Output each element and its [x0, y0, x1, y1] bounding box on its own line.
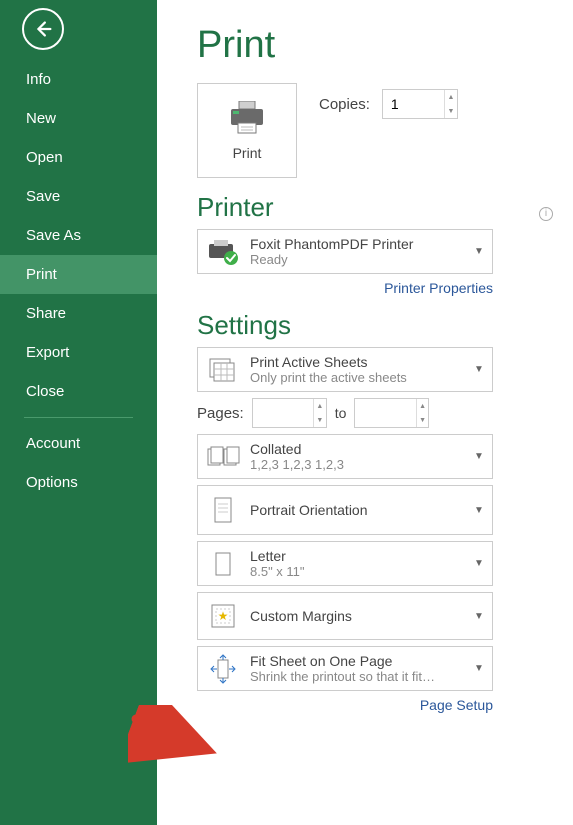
fit-page-icon	[206, 654, 240, 684]
copies-up-icon[interactable]: ▲	[445, 90, 457, 104]
setting-print-what[interactable]: Print Active Sheets Only print the activ…	[197, 347, 493, 392]
pages-from-spinner[interactable]: ▲▼	[252, 398, 327, 428]
pages-to-label: to	[335, 405, 347, 421]
printer-status-icon	[207, 238, 239, 266]
sidebar-item-account[interactable]: Account	[0, 424, 157, 463]
setting-margins-title: Custom Margins	[250, 608, 464, 624]
setting-paper-title: Letter	[250, 548, 464, 564]
pages-to-input[interactable]	[355, 399, 415, 427]
sidebar: Info New Open Save Save As Print Share E…	[0, 0, 157, 825]
copies-spinner[interactable]: ▲ ▼	[382, 89, 458, 119]
main-panel: Print Print Copies: ▲ ▼	[157, 0, 573, 825]
copies-down-icon[interactable]: ▼	[445, 104, 457, 118]
chevron-down-icon: ▼	[474, 246, 484, 257]
margins-icon: ★	[210, 603, 236, 629]
setting-collation-title: Collated	[250, 441, 464, 457]
sidebar-item-share[interactable]: Share	[0, 294, 157, 333]
setting-collation-sub: 1,2,3 1,2,3 1,2,3	[250, 457, 464, 472]
info-icon[interactable]: i	[539, 207, 553, 221]
svg-text:★: ★	[218, 609, 229, 623]
setting-margins[interactable]: ★ Custom Margins ▼	[197, 592, 493, 640]
page-title: Print	[197, 24, 553, 67]
page-setup-link[interactable]: Page Setup	[197, 697, 493, 713]
sidebar-item-save-as[interactable]: Save As	[0, 216, 157, 255]
portrait-icon	[212, 496, 234, 524]
settings-heading: Settings	[197, 310, 553, 341]
copies-input[interactable]	[383, 90, 444, 118]
chevron-down-icon: ▼	[474, 558, 484, 569]
setting-scaling-title: Fit Sheet on One Page	[250, 653, 464, 669]
sidebar-item-print[interactable]: Print	[0, 255, 157, 294]
back-arrow-icon	[32, 18, 54, 40]
setting-collation[interactable]: Collated 1,2,3 1,2,3 1,2,3 ▼	[197, 434, 493, 479]
setting-scaling[interactable]: Fit Sheet on One Page Shrink the printou…	[197, 646, 493, 691]
chevron-down-icon: ▼	[474, 663, 484, 674]
sidebar-item-info[interactable]: Info	[0, 60, 157, 99]
pages-row: Pages: ▲▼ to ▲▼	[197, 398, 493, 428]
chevron-down-icon: ▼	[474, 611, 484, 622]
pages-from-input[interactable]	[253, 399, 313, 427]
chevron-down-icon: ▼	[474, 364, 484, 375]
printer-heading: Printer	[197, 192, 274, 223]
paper-icon	[212, 550, 234, 578]
sidebar-item-new[interactable]: New	[0, 99, 157, 138]
back-button[interactable]	[22, 8, 64, 50]
print-button-label: Print	[233, 145, 262, 161]
setting-paper-sub: 8.5" x 11"	[250, 564, 464, 579]
printer-large-icon	[227, 101, 267, 135]
setting-orientation-title: Portrait Orientation	[250, 502, 464, 518]
printer-properties-link[interactable]: Printer Properties	[197, 280, 493, 296]
printer-selector[interactable]: Foxit PhantomPDF Printer Ready ▼	[197, 229, 493, 274]
setting-print-what-title: Print Active Sheets	[250, 354, 464, 370]
sidebar-item-close[interactable]: Close	[0, 372, 157, 411]
up-icon[interactable]: ▲	[314, 399, 326, 413]
print-top-row: Print Copies: ▲ ▼	[197, 83, 553, 178]
down-icon[interactable]: ▼	[417, 413, 429, 427]
sheets-icon	[207, 356, 239, 384]
setting-scaling-sub: Shrink the printout so that it fit…	[250, 669, 464, 684]
pages-label: Pages:	[197, 405, 244, 422]
sidebar-item-options[interactable]: Options	[0, 463, 157, 502]
down-icon[interactable]: ▼	[314, 413, 326, 427]
setting-paper-size[interactable]: Letter 8.5" x 11" ▼	[197, 541, 493, 586]
sidebar-item-save[interactable]: Save	[0, 177, 157, 216]
printer-name: Foxit PhantomPDF Printer	[250, 236, 464, 252]
printer-heading-row: Printer i	[197, 192, 553, 223]
print-button[interactable]: Print	[197, 83, 297, 178]
up-icon[interactable]: ▲	[417, 399, 429, 413]
chevron-down-icon: ▼	[474, 451, 484, 462]
printer-status: Ready	[250, 252, 464, 267]
copies-label: Copies:	[319, 96, 370, 113]
copies-group: Copies: ▲ ▼	[319, 89, 458, 119]
collated-icon	[206, 445, 240, 469]
pages-to-spinner[interactable]: ▲▼	[354, 398, 429, 428]
sidebar-item-export[interactable]: Export	[0, 333, 157, 372]
sidebar-item-open[interactable]: Open	[0, 138, 157, 177]
setting-print-what-sub: Only print the active sheets	[250, 370, 464, 385]
chevron-down-icon: ▼	[474, 505, 484, 516]
setting-orientation[interactable]: Portrait Orientation ▼	[197, 485, 493, 535]
sidebar-divider	[24, 417, 133, 418]
